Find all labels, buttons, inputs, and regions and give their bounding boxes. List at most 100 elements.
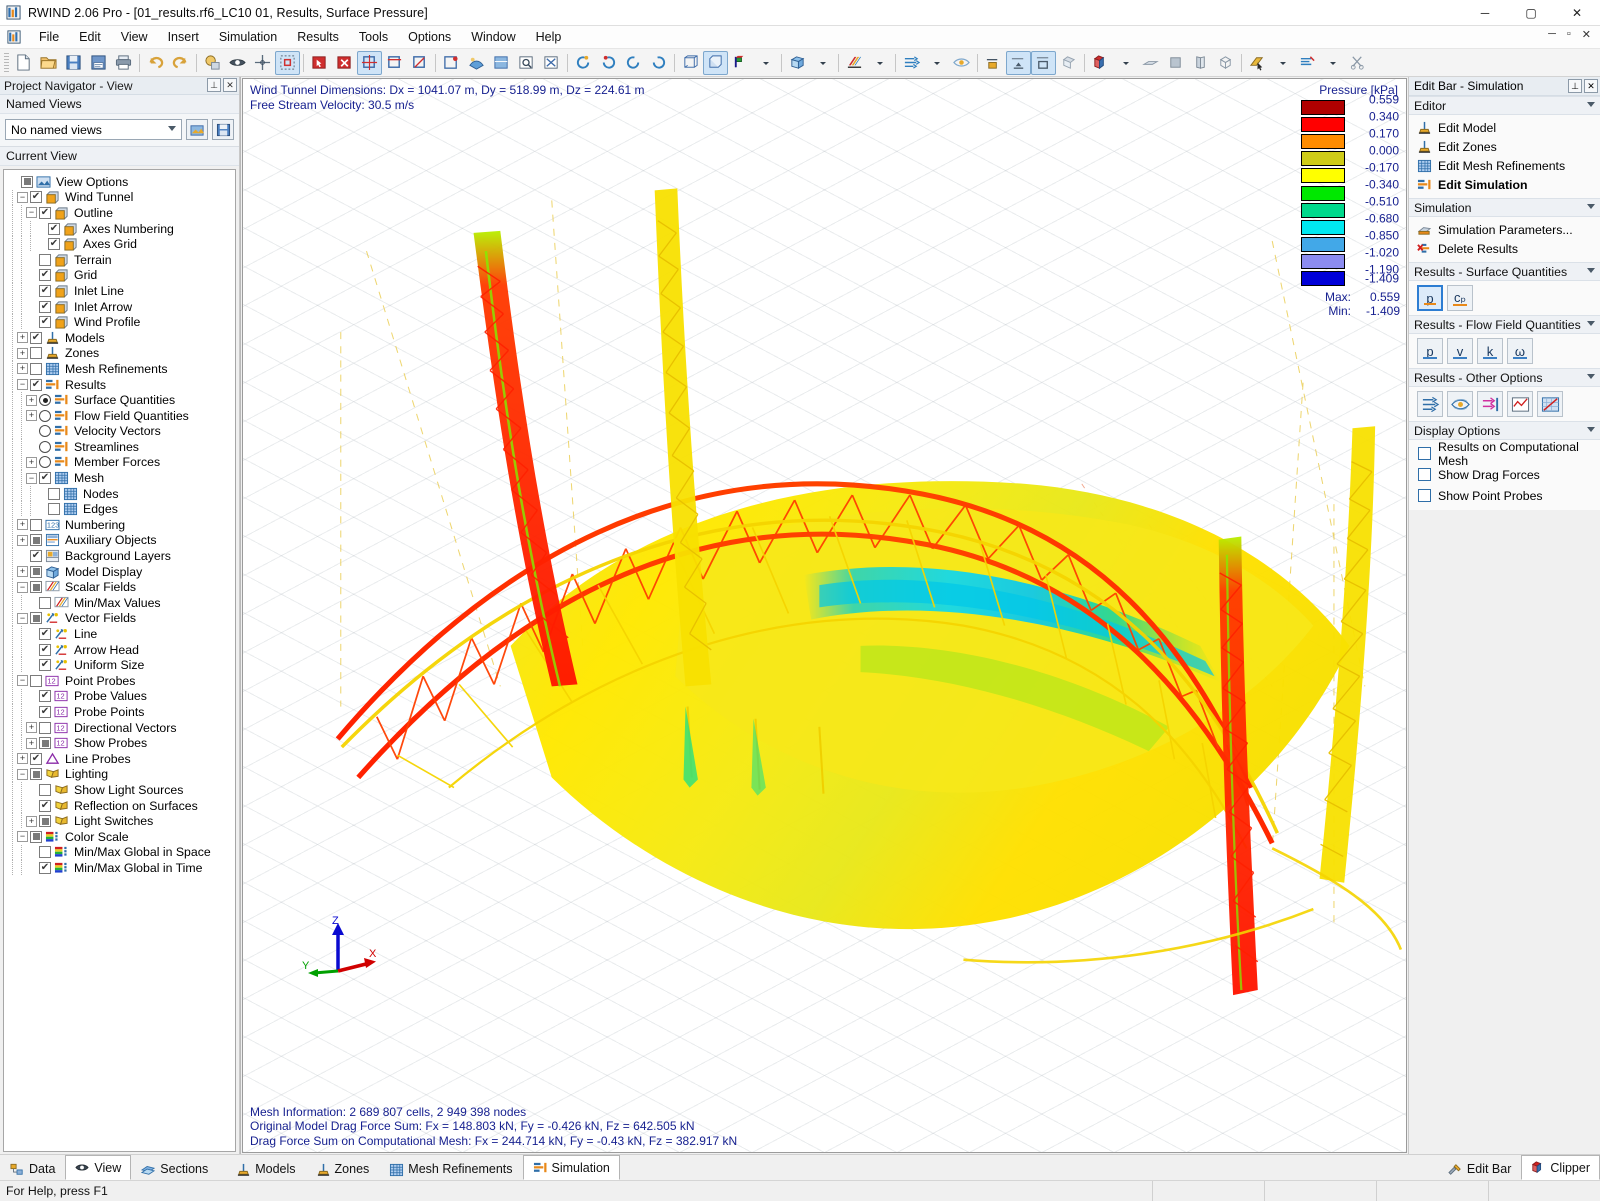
mdi-minimize-button[interactable]: ─ — [1545, 28, 1559, 41]
zoom-icon[interactable] — [514, 51, 539, 75]
tree-checkbox[interactable] — [39, 846, 51, 858]
tree-checkbox[interactable] — [39, 722, 51, 734]
plane-view-icon[interactable] — [1138, 51, 1163, 75]
tab-data[interactable]: Data — [0, 1157, 65, 1180]
tree-expand-icon[interactable]: + — [17, 535, 28, 546]
measure-dropdown-icon[interactable] — [1270, 51, 1295, 75]
toolbar-grip[interactable] — [4, 53, 9, 73]
tree-checkbox[interactable] — [39, 472, 51, 484]
tree-collapse-icon[interactable]: − — [17, 379, 28, 390]
tree-item-surface-quantities[interactable]: +Surface Quantities — [8, 392, 235, 408]
tree-expand-icon[interactable]: + — [17, 753, 28, 764]
tree-item-probe-values[interactable]: 12Probe Values — [8, 689, 235, 705]
tree-checkbox[interactable] — [39, 301, 51, 313]
tree-item-mesh-refinements[interactable]: +Mesh Refinements — [8, 361, 235, 377]
clipper-dropdown-icon[interactable] — [1113, 51, 1138, 75]
side-view-icon[interactable] — [1188, 51, 1213, 75]
edit-model-item[interactable]: Edit Model — [1409, 118, 1600, 137]
tree-item-line[interactable]: Line — [8, 626, 235, 642]
velocity-vectors-button[interactable] — [1417, 391, 1443, 417]
tree-checkbox-partial[interactable] — [30, 566, 42, 578]
tree-expand-icon[interactable]: + — [26, 816, 37, 827]
surface-quantity-cp-button[interactable]: cₚ — [1447, 285, 1473, 311]
tree-item-inlet-arrow[interactable]: Inlet Arrow — [8, 299, 235, 315]
tree-item-probe-points[interactable]: 12Probe Points — [8, 704, 235, 720]
tree-item-directional-vectors[interactable]: +12Directional Vectors — [8, 720, 235, 736]
tree-radio[interactable] — [39, 410, 51, 422]
streamlines-button[interactable] — [1447, 391, 1473, 417]
tree-expand-icon[interactable]: + — [17, 332, 28, 343]
tree-checkbox[interactable] — [30, 332, 42, 344]
tree-checkbox-partial[interactable] — [39, 737, 51, 749]
model-cube-dropdown-icon[interactable] — [810, 51, 835, 75]
zoom-window-icon[interactable] — [489, 51, 514, 75]
tree-item-show-probes[interactable]: +12Show Probes — [8, 735, 235, 751]
tab-models[interactable]: Models — [226, 1157, 305, 1180]
section-display-options[interactable]: Display Options — [1409, 421, 1600, 440]
zoom-fit-icon[interactable] — [539, 51, 564, 75]
tree-checkbox-partial[interactable] — [30, 768, 42, 780]
menu-edit[interactable]: Edit — [69, 27, 111, 47]
tree-item-flow-field-quantities[interactable]: +Flow Field Quantities — [8, 408, 235, 424]
tree-item-show-light-sources[interactable]: Show Light Sources — [8, 782, 235, 798]
tree-checkbox-partial[interactable] — [30, 581, 42, 593]
flow-quantity-p-button[interactable]: p — [1417, 338, 1443, 364]
tree-collapse-icon[interactable]: − — [17, 613, 28, 624]
tree-collapse-icon[interactable]: − — [17, 582, 28, 593]
tree-item-results[interactable]: −Results — [8, 377, 235, 393]
tab-sections[interactable]: Sections — [131, 1157, 218, 1180]
tree-checkbox[interactable] — [30, 347, 42, 359]
tree-checkbox-partial[interactable] — [30, 831, 42, 843]
mdi-restore-button[interactable]: ▫ — [1564, 28, 1574, 41]
tree-item-arrow-head[interactable]: Arrow Head — [8, 642, 235, 658]
settings-tool-icon[interactable] — [1295, 51, 1320, 75]
flow-quantity-v-button[interactable]: v — [1447, 338, 1473, 364]
rotate-right-icon[interactable] — [596, 51, 621, 75]
close-button[interactable]: ✕ — [1554, 0, 1600, 26]
menu-view[interactable]: View — [111, 27, 158, 47]
save-icon[interactable] — [61, 51, 86, 75]
tree-expand-icon[interactable]: + — [17, 363, 28, 374]
tree-item-view-options[interactable]: View Options — [8, 174, 235, 190]
tree-checkbox[interactable] — [39, 285, 51, 297]
tree-checkbox[interactable] — [30, 753, 42, 765]
tree-checkbox[interactable] — [48, 488, 60, 500]
view-forward-icon[interactable] — [646, 51, 671, 75]
tree-item-nodes[interactable]: Nodes — [8, 486, 235, 502]
tree-item-axes-grid[interactable]: Axes Grid — [8, 236, 235, 252]
save-as-icon[interactable] — [86, 51, 111, 75]
tree-item-auxiliary-objects[interactable]: +Auxiliary Objects — [8, 533, 235, 549]
tree-expand-icon[interactable]: + — [26, 722, 37, 733]
tree-item-grid[interactable]: Grid — [8, 268, 235, 284]
menu-help[interactable]: Help — [526, 27, 572, 47]
menu-file[interactable]: File — [29, 27, 69, 47]
iso-view-icon[interactable] — [1213, 51, 1238, 75]
tree-item-line-probes[interactable]: +Line Probes — [8, 751, 235, 767]
apply-named-view-button[interactable] — [186, 119, 208, 140]
results-surface-icon[interactable] — [1006, 51, 1031, 75]
save-named-view-button[interactable] — [212, 119, 234, 140]
tree-collapse-icon[interactable]: − — [17, 769, 28, 780]
menu-results[interactable]: Results — [287, 27, 349, 47]
tree-radio[interactable] — [39, 441, 51, 453]
menu-insert[interactable]: Insert — [158, 27, 209, 47]
tree-radio[interactable] — [39, 456, 51, 468]
scissors-icon[interactable] — [1345, 51, 1370, 75]
model-cube-icon[interactable] — [785, 51, 810, 75]
tree-checkbox[interactable] — [39, 659, 51, 671]
tab-zones[interactable]: Zones — [306, 1157, 380, 1180]
redo-icon[interactable] — [168, 51, 193, 75]
section-surface-quantities[interactable]: Results - Surface Quantities — [1409, 262, 1600, 281]
tree-checkbox[interactable] — [39, 800, 51, 812]
delete-results-item[interactable]: Delete Results — [1409, 239, 1600, 258]
tree-item-velocity-vectors[interactable]: Velocity Vectors — [8, 424, 235, 440]
tree-item-inlet-line[interactable]: Inlet Line — [8, 283, 235, 299]
named-views-select[interactable]: No named views — [5, 119, 182, 140]
tree-expand-icon[interactable]: + — [26, 410, 37, 421]
tree-checkbox-partial[interactable] — [21, 176, 33, 188]
tree-item-point-probes[interactable]: −12Point Probes — [8, 673, 235, 689]
open-file-icon[interactable] — [36, 51, 61, 75]
menu-simulation[interactable]: Simulation — [209, 27, 287, 47]
tree-checkbox[interactable] — [30, 675, 42, 687]
tree-item-color-scale[interactable]: −Color Scale — [8, 829, 235, 845]
